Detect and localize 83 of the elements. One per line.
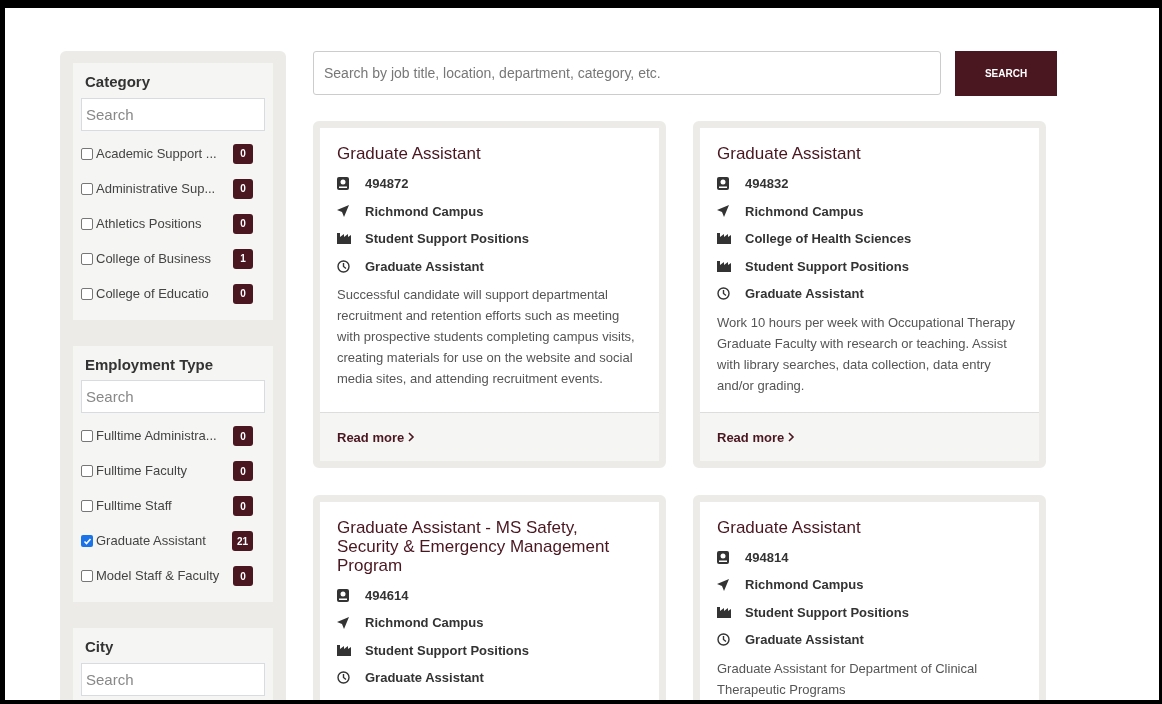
job-description: Work 10 hours per week with Occupational Therapy Graduate Faculty with research or teaching. Assist with library searches, data collection, data entry and/or grading. bbox=[717, 313, 1016, 395]
filter-checkbox[interactable] bbox=[81, 430, 93, 442]
filter-option-label[interactable]: Fulltime Administra... bbox=[96, 426, 233, 446]
filter-search-field[interactable]: Search bbox=[81, 97, 265, 131]
job-detail: Graduate Assistant bbox=[365, 257, 484, 276]
location-arrow-icon bbox=[337, 616, 349, 629]
job-detail: Student Support Positions bbox=[745, 257, 909, 276]
filter-checkbox[interactable] bbox=[81, 182, 93, 195]
filter-option-label[interactable]: College of Educatio bbox=[96, 283, 233, 304]
filter-title: Category bbox=[84, 72, 152, 92]
job-detail: Richmond Campus bbox=[365, 614, 484, 632]
job-detail: Student Support Positions bbox=[365, 641, 529, 660]
filter-checkbox[interactable] bbox=[81, 570, 93, 582]
count-badge: 0 bbox=[233, 496, 253, 516]
filter-checkbox[interactable] bbox=[81, 535, 93, 547]
filter-title: City bbox=[84, 637, 115, 657]
filter-title: Employment Type bbox=[84, 354, 215, 375]
read-more-link[interactable]: Read more bbox=[717, 427, 796, 447]
clock-icon bbox=[717, 633, 730, 647]
factory-icon bbox=[717, 233, 731, 245]
search-button[interactable]: SEARCH bbox=[955, 51, 1057, 96]
job-detail: Student Support Positions bbox=[365, 230, 529, 248]
id-badge-icon bbox=[717, 177, 729, 191]
job-title[interactable]: Graduate Assistant bbox=[717, 517, 1022, 537]
filter-option-label[interactable]: Model Staff & Faculty bbox=[96, 566, 233, 586]
id-badge-icon bbox=[337, 177, 349, 191]
job-detail: Richmond Campus bbox=[745, 202, 864, 221]
filter-option-label[interactable]: College of Business bbox=[96, 248, 233, 269]
factory-icon bbox=[717, 260, 731, 272]
job-detail: College of Health Sciences bbox=[745, 230, 912, 248]
count-badge: 0 bbox=[233, 461, 253, 481]
clock-icon bbox=[717, 287, 730, 301]
filter-checkbox[interactable] bbox=[81, 500, 93, 512]
filter-checkbox[interactable] bbox=[81, 287, 93, 300]
chevron-right-icon bbox=[408, 432, 416, 443]
count-badge: 0 bbox=[233, 143, 253, 164]
location-arrow-icon bbox=[717, 578, 729, 591]
filter-checkbox[interactable] bbox=[81, 252, 93, 265]
job-detail: Graduate Assistant bbox=[745, 631, 864, 649]
filter-option-label[interactable]: Graduate Assistant bbox=[96, 531, 232, 551]
filter-checkbox[interactable] bbox=[81, 465, 93, 477]
job-detail: 494814 bbox=[745, 548, 789, 567]
location-arrow-icon bbox=[717, 205, 729, 218]
read-more-link[interactable]: Read more bbox=[337, 427, 416, 447]
filter-checkbox[interactable] bbox=[81, 217, 93, 230]
job-search-field[interactable]: Search by job title, location, department, category, etc. bbox=[313, 51, 941, 95]
factory-icon bbox=[337, 644, 351, 656]
job-detail: Graduate Assistant bbox=[365, 669, 484, 687]
job-description: Graduate Assistant for Department of Clinical Therapeutic Programs bbox=[717, 659, 979, 699]
job-detail: Graduate Assistant bbox=[745, 285, 864, 303]
count-badge: 0 bbox=[233, 566, 253, 586]
job-detail: 494832 bbox=[745, 175, 789, 193]
id-badge-icon bbox=[337, 588, 349, 602]
job-detail: Richmond Campus bbox=[365, 202, 484, 221]
filter-option-label[interactable]: Administrative Sup... bbox=[96, 178, 233, 199]
clock-icon bbox=[337, 259, 350, 273]
factory-icon bbox=[717, 606, 731, 618]
count-badge: 0 bbox=[233, 178, 253, 199]
factory-icon bbox=[337, 233, 351, 245]
filter-option-label[interactable]: Academic Support ... bbox=[96, 143, 233, 164]
filter-checkbox[interactable] bbox=[81, 147, 93, 160]
job-title[interactable]: Graduate Assistant - MS Safety, Security & Emergency Management Program bbox=[337, 517, 642, 575]
job-detail: 494614 bbox=[365, 586, 409, 605]
count-badge: 21 bbox=[231, 531, 253, 551]
clock-icon bbox=[337, 671, 350, 685]
job-description: Successful candidate will support departmental recruitment and retention efforts such as meeting with prospective students completing campus visits, creating materials for use on the website and social media sites, and attending recruitment events. bbox=[337, 286, 636, 388]
id-badge-icon bbox=[717, 550, 729, 564]
job-title[interactable]: Graduate Assistant bbox=[337, 144, 642, 163]
count-badge: 0 bbox=[233, 426, 253, 446]
filter-option-label[interactable]: Fulltime Faculty bbox=[96, 461, 233, 481]
count-badge: 1 bbox=[233, 248, 253, 269]
job-title[interactable]: Graduate Assistant bbox=[717, 144, 1022, 163]
location-arrow-icon bbox=[337, 205, 349, 218]
chevron-right-icon bbox=[788, 432, 796, 443]
job-detail: 494872 bbox=[365, 175, 409, 193]
filter-search-field[interactable]: Search bbox=[81, 380, 265, 413]
filter-option-label[interactable]: Fulltime Staff bbox=[96, 496, 233, 516]
filter-search-field[interactable]: Search bbox=[81, 662, 265, 696]
count-badge: 0 bbox=[233, 283, 253, 304]
filter-option-label[interactable]: Athletics Positions bbox=[96, 213, 233, 234]
job-detail: Student Support Positions bbox=[745, 603, 909, 622]
count-badge: 0 bbox=[233, 213, 253, 234]
job-detail: Richmond Campus bbox=[745, 576, 864, 594]
